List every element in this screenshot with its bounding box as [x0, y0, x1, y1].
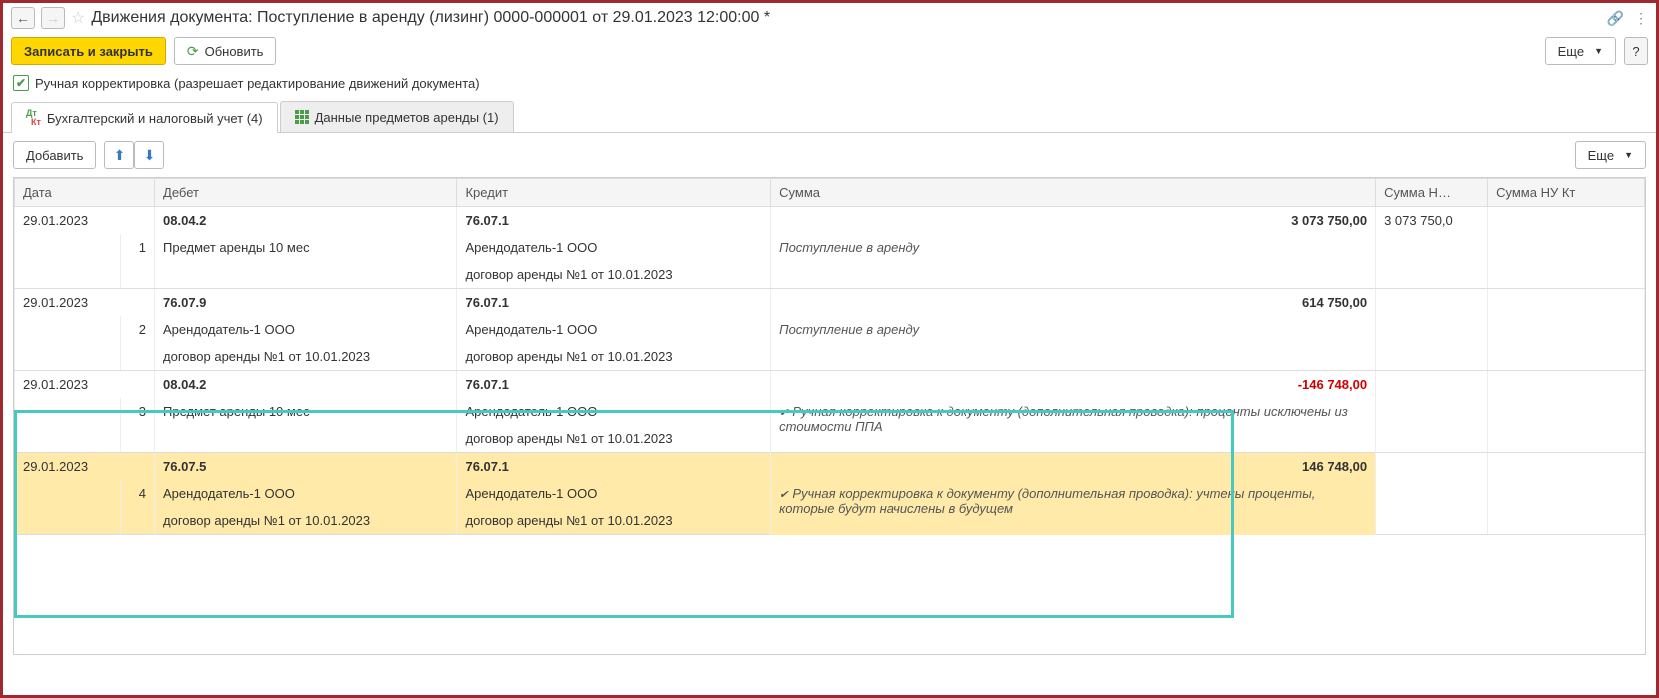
- add-button[interactable]: Добавить: [13, 141, 96, 169]
- tab-accounting[interactable]: Дт Кт Бухгалтерский и налоговый учет (4): [11, 102, 278, 133]
- dropdown-icon-2: ▼: [1624, 150, 1633, 160]
- arrow-up-icon: ⬆: [114, 147, 126, 164]
- cell-nuk: [1488, 207, 1645, 235]
- cell-sum: 3 073 750,00: [771, 207, 1376, 235]
- refresh-label: Обновить: [205, 44, 264, 59]
- cell-credit-sub2: договор аренды №1 от 10.01.2023: [457, 425, 771, 453]
- more-label-top: Еще: [1558, 44, 1584, 59]
- cell-debit-acc: 08.04.2: [155, 371, 457, 399]
- star-icon[interactable]: ☆: [71, 8, 85, 28]
- manual-correction-checkbox[interactable]: ✔: [13, 75, 29, 91]
- cell-desc: Поступление в аренду: [771, 316, 1376, 343]
- cell-debit-sub1: Предмет аренды 10 мес: [155, 234, 457, 261]
- move-up-button[interactable]: ⬆: [104, 141, 134, 169]
- dtkt-icon: Дт Кт: [26, 109, 41, 127]
- postings-table[interactable]: Дата Дебет Кредит Сумма Сумма Н… Сумма Н…: [14, 178, 1645, 535]
- col-sum-nuk[interactable]: Сумма НУ Кт: [1488, 179, 1645, 207]
- add-label: Добавить: [26, 148, 83, 163]
- cell-debit-acc: 76.07.9: [155, 289, 457, 317]
- tab1-label: Бухгалтерский и налоговый учет (4): [47, 111, 263, 126]
- table-row-selected[interactable]: 4 Арендодатель-1 ООО Арендодатель-1 ООО …: [15, 480, 1645, 507]
- tab-lease-subjects[interactable]: Данные предметов аренды (1): [280, 101, 514, 132]
- cell-sum: -146 748,00: [771, 371, 1376, 399]
- cell-debit-sub2: договор аренды №1 от 10.01.2023: [155, 343, 457, 371]
- cell-credit-acc: 76.07.1: [457, 371, 771, 399]
- save-and-close-button[interactable]: Записать и закрыть: [11, 37, 166, 65]
- table-row[interactable]: 3 Предмет аренды 10 мес Арендодатель-1 О…: [15, 398, 1645, 425]
- col-debit[interactable]: Дебет: [155, 179, 457, 207]
- cell-desc: Поступление в аренду: [771, 234, 1376, 261]
- forward-button[interactable]: →: [41, 7, 65, 29]
- cell-debit-acc: 76.07.5: [155, 453, 457, 481]
- table-row[interactable]: 1 Предмет аренды 10 мес Арендодатель-1 О…: [15, 234, 1645, 261]
- cell-debit-sub2: договор аренды №1 от 10.01.2023: [155, 507, 457, 535]
- cell-credit-sub2: договор аренды №1 от 10.01.2023: [457, 507, 771, 535]
- cell-date: 29.01.2023: [15, 289, 155, 317]
- cell-date: 29.01.2023: [15, 371, 155, 399]
- move-down-button[interactable]: ⬇: [134, 141, 164, 169]
- back-button[interactable]: ←: [11, 7, 35, 29]
- cell-n: 2: [121, 316, 155, 343]
- checkbox-label: Ручная корректировка (разрешает редактир…: [35, 76, 480, 91]
- cell-credit-sub1: Арендодатель-1 ООО: [457, 398, 771, 425]
- cell-credit-sub1: Арендодатель-1 ООО: [457, 234, 771, 261]
- table-row[interactable]: договор аренды №1 от 10.01.2023: [15, 261, 1645, 289]
- help-button[interactable]: ?: [1624, 37, 1648, 65]
- pencil-icon: ✔: [779, 489, 788, 501]
- grid-icon: [295, 110, 309, 124]
- table-row[interactable]: 2 Арендодатель-1 ООО Арендодатель-1 ООО …: [15, 316, 1645, 343]
- cell-sum: 614 750,00: [771, 289, 1376, 317]
- cell-debit-sub1: Арендодатель-1 ООО: [155, 316, 457, 343]
- tab2-label: Данные предметов аренды (1): [315, 110, 499, 125]
- cell-credit-acc: 76.07.1: [457, 453, 771, 481]
- table-row[interactable]: 29.01.2023 76.07.9 76.07.1 614 750,00: [15, 289, 1645, 317]
- cell-credit-acc: 76.07.1: [457, 207, 771, 235]
- cell-n: 1: [121, 234, 155, 261]
- window-title: Движения документа: Поступление в аренду…: [91, 9, 1600, 27]
- link-icon[interactable]: 🔗: [1607, 10, 1624, 27]
- col-sum-nud[interactable]: Сумма Н…: [1376, 179, 1488, 207]
- table-row-selected[interactable]: 29.01.2023 76.07.5 76.07.1 146 748,00: [15, 453, 1645, 481]
- cell-desc: ✔Ручная корректировка к документу (допол…: [771, 398, 1376, 453]
- cell-credit-sub2: договор аренды №1 от 10.01.2023: [457, 343, 771, 371]
- cell-debit-acc: 08.04.2: [155, 207, 457, 235]
- cell-date: 29.01.2023: [15, 453, 155, 481]
- refresh-button[interactable]: ⟳ Обновить: [174, 37, 277, 65]
- cell-n: 3: [121, 398, 155, 425]
- more-button-grid[interactable]: Еще ▼: [1575, 141, 1646, 169]
- dropdown-icon: ▼: [1594, 46, 1603, 56]
- cell-debit-sub1: Арендодатель-1 ООО: [155, 480, 457, 507]
- cell-credit-sub2: договор аренды №1 от 10.01.2023: [457, 261, 771, 289]
- cell-credit-sub1: Арендодатель-1 ООО: [457, 480, 771, 507]
- cell-date: 29.01.2023: [15, 207, 155, 235]
- cell-credit-acc: 76.07.1: [457, 289, 771, 317]
- pencil-icon: ✔: [779, 407, 788, 419]
- cell-nud: 3 073 750,0: [1376, 207, 1488, 235]
- save-and-close-label: Записать и закрыть: [24, 44, 153, 59]
- cell-debit-sub1: Предмет аренды 10 мес: [155, 398, 457, 425]
- arrow-down-icon: ⬇: [144, 147, 156, 164]
- cell-n: 4: [121, 480, 155, 507]
- col-sum[interactable]: Сумма: [771, 179, 1376, 207]
- cell-desc: ✔Ручная корректировка к документу (допол…: [771, 480, 1376, 535]
- col-date[interactable]: Дата: [15, 179, 155, 207]
- table-row[interactable]: 29.01.2023 08.04.2 76.07.1 -146 748,00: [15, 371, 1645, 399]
- more-button-top[interactable]: Еще ▼: [1545, 37, 1616, 65]
- col-credit[interactable]: Кредит: [457, 179, 771, 207]
- table-row[interactable]: 29.01.2023 08.04.2 76.07.1 3 073 750,00 …: [15, 207, 1645, 235]
- more-label-grid: Еще: [1588, 148, 1614, 163]
- cell-credit-sub1: Арендодатель-1 ООО: [457, 316, 771, 343]
- menu-icon[interactable]: ⋮: [1634, 10, 1648, 27]
- refresh-icon: ⟳: [187, 43, 199, 60]
- cell-sum: 146 748,00: [771, 453, 1376, 481]
- table-row[interactable]: договор аренды №1 от 10.01.2023 договор …: [15, 343, 1645, 371]
